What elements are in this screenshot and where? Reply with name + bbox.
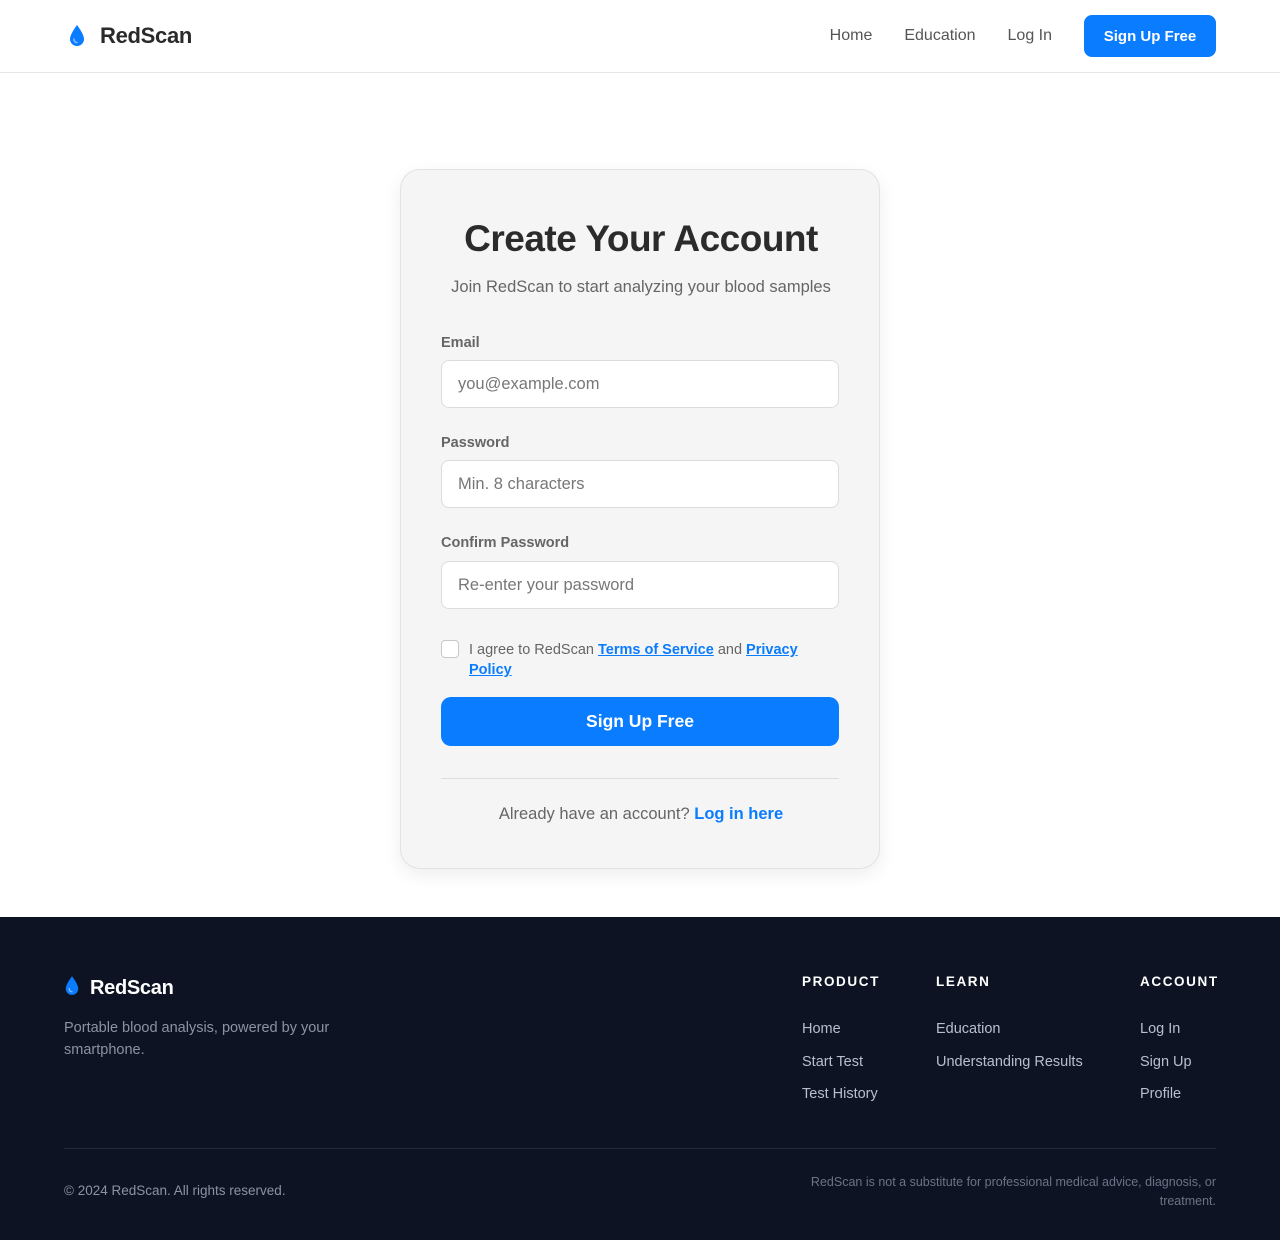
terms-checkbox[interactable] — [441, 640, 459, 658]
terms-of-service-link[interactable]: Terms of Service — [598, 642, 714, 658]
droplet-icon — [66, 21, 88, 51]
footer-column-account: ACCOUNT Log In Sign Up Profile — [1140, 974, 1219, 1119]
footer-link-test-history[interactable]: Test History — [802, 1086, 880, 1119]
copyright-text: © 2024 RedScan. All rights reserved. — [64, 1183, 286, 1198]
terms-conjunction: and — [717, 642, 743, 658]
footer-link-education[interactable]: Education — [936, 1021, 1083, 1054]
login-prompt: Already have an account? Log in here — [401, 805, 881, 824]
password-field[interactable] — [441, 460, 839, 508]
footer-link-signup[interactable]: Sign Up — [1140, 1054, 1219, 1087]
login-prompt-text: Already have an account? — [498, 805, 690, 823]
email-label: Email — [441, 335, 480, 351]
site-footer: RedScan Portable blood analysis, powered… — [0, 917, 1280, 1240]
footer-brand[interactable]: RedScan — [64, 974, 174, 1002]
nav-education-link[interactable]: Education — [904, 27, 975, 45]
page-title: Create Your Account — [464, 218, 818, 259]
footer-column-product: PRODUCT Home Start Test Test History — [802, 974, 880, 1119]
medical-disclaimer: RedScan is not a substitute for professi… — [810, 1175, 1216, 1208]
footer-column-heading: ACCOUNT — [1140, 974, 1219, 989]
footer-column-heading: LEARN — [936, 974, 991, 989]
brand-logo[interactable]: RedScan — [66, 21, 192, 51]
terms-prefix: I agree to RedScan — [469, 642, 594, 658]
page-subtitle: Join RedScan to start analyzing your blo… — [451, 278, 831, 296]
header-signup-button[interactable]: Sign Up Free — [1084, 15, 1216, 57]
signup-card: Create Your Account Join RedScan to star… — [400, 169, 880, 869]
footer-link-login[interactable]: Log In — [1140, 1021, 1219, 1054]
confirm-password-label: Confirm Password — [441, 535, 570, 551]
main-nav: Home Education Log In Sign Up Free — [830, 15, 1216, 57]
email-field[interactable] — [441, 360, 839, 408]
password-label: Password — [441, 435, 510, 451]
footer-divider — [64, 1148, 1216, 1149]
footer-tagline: Portable blood analysis, powered by your… — [64, 1020, 330, 1058]
terms-text: I agree to RedScan Terms of Service and … — [469, 640, 839, 680]
footer-column-heading: PRODUCT — [802, 974, 880, 989]
footer-link-start-test[interactable]: Start Test — [802, 1054, 880, 1087]
footer-column-learn: LEARN Education Understanding Results — [936, 974, 1083, 1086]
brand-name: RedScan — [100, 23, 193, 48]
nav-login-link[interactable]: Log In — [1008, 27, 1052, 45]
footer-brand-name: RedScan — [90, 976, 174, 999]
login-here-link[interactable]: Log in here — [694, 805, 783, 823]
footer-link-understanding-results[interactable]: Understanding Results — [936, 1054, 1083, 1087]
footer-link-profile[interactable]: Profile — [1140, 1086, 1219, 1119]
signup-submit-button[interactable]: Sign Up Free — [441, 697, 839, 746]
confirm-password-field[interactable] — [441, 561, 839, 609]
terms-agreement: I agree to RedScan Terms of Service and … — [441, 640, 841, 684]
site-header: RedScan Home Education Log In Sign Up Fr… — [0, 0, 1280, 73]
droplet-icon — [64, 975, 80, 1002]
form-divider — [441, 778, 839, 779]
nav-home-link[interactable]: Home — [830, 27, 873, 45]
footer-link-home[interactable]: Home — [802, 1021, 880, 1054]
